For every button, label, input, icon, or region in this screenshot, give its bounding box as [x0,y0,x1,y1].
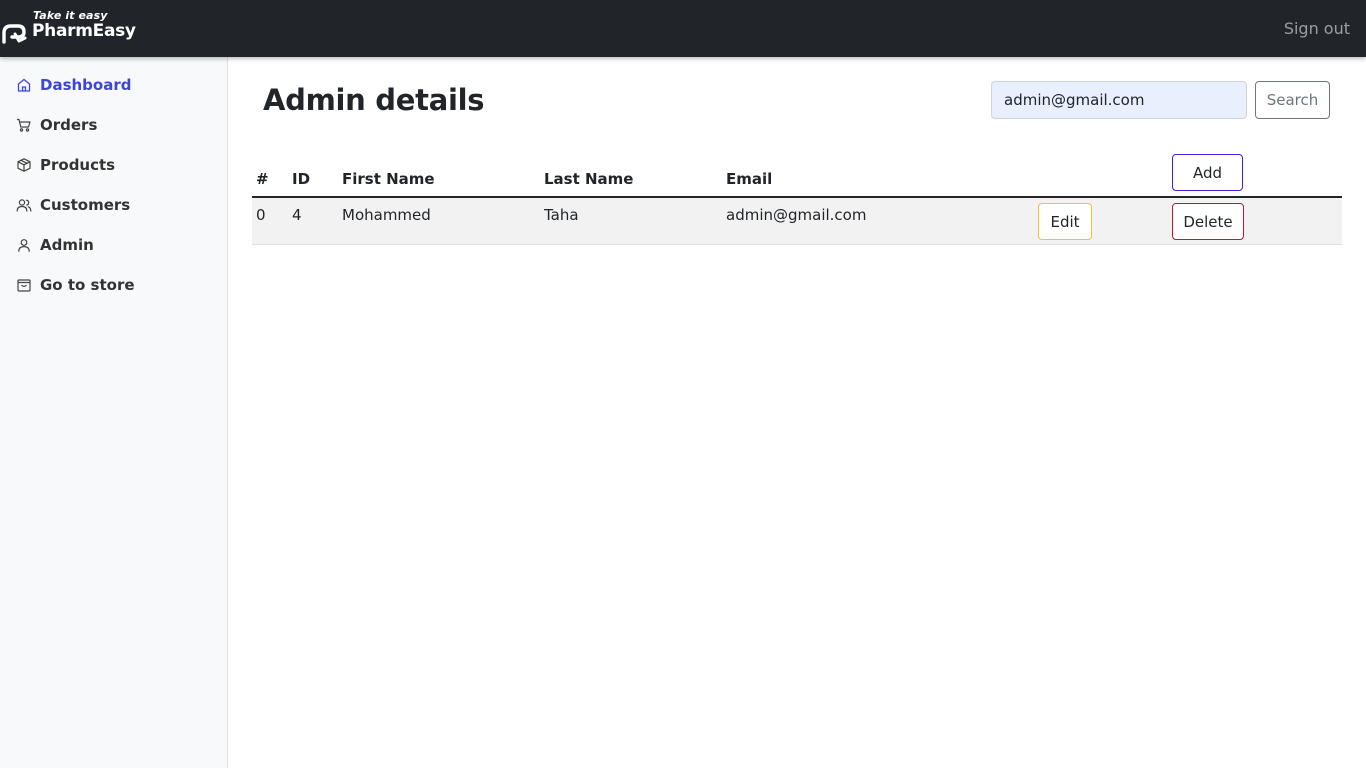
cart-icon [16,117,32,133]
add-button[interactable]: Add [1172,154,1243,191]
sidebar-item-label: Go to store [40,276,135,294]
home-icon [16,77,32,93]
sidebar-item-go-to-store[interactable]: Go to store [16,273,216,297]
cell-id: 4 [292,206,302,224]
delete-button[interactable]: Delete [1172,203,1244,240]
admin-table: # ID First Name Last Name Email Add 0 4 … [252,154,1342,245]
sidebar-item-customers[interactable]: Customers [16,193,216,217]
table-header-row: # ID First Name Last Name Email Add [252,154,1342,198]
sidebar-item-orders[interactable]: Orders [16,113,216,137]
page-title: Admin details [263,83,485,117]
column-header-index: # [256,170,269,188]
bag-icon [16,277,32,293]
search-button[interactable]: Search [1255,81,1330,119]
top-navbar: Take it easy PharmEasy Sign out [0,0,1366,57]
user-icon [16,237,32,253]
sidebar-item-label: Products [40,156,116,174]
cell-index: 0 [256,206,266,224]
sidebar-item-admin[interactable]: Admin [16,233,216,257]
cell-first-name: Mohammed [342,206,431,224]
column-header-id: ID [292,170,311,188]
brand-logo-link[interactable]: Take it easy PharmEasy [0,6,160,50]
pharmeasy-logo-icon [2,24,27,44]
cell-email: admin@gmail.com [726,206,867,224]
search-input[interactable] [991,81,1247,119]
main-content: Admin details Search # ID First Name Las… [229,57,1366,768]
table-row: 0 4 Mohammed Taha admin@gmail.com Edit D… [252,198,1342,245]
sidebar: Dashboard Orders Products Customers Admi… [0,57,228,768]
column-header-first-name: First Name [342,170,435,188]
brand-name: PharmEasy [32,21,136,41]
column-header-last-name: Last Name [544,170,634,188]
box-icon [16,157,32,173]
edit-button[interactable]: Edit [1038,203,1092,240]
sidebar-item-label: Dashboard [40,76,132,94]
sidebar-item-label: Admin [40,236,94,254]
sidebar-item-products[interactable]: Products [16,153,216,177]
column-header-email: Email [726,170,773,188]
sidebar-item-dashboard[interactable]: Dashboard [16,73,216,97]
sign-out-link[interactable]: Sign out [1284,19,1350,38]
users-icon [16,197,32,213]
sidebar-item-label: Customers [40,196,131,214]
sidebar-item-label: Orders [40,116,98,134]
cell-last-name: Taha [544,206,579,224]
